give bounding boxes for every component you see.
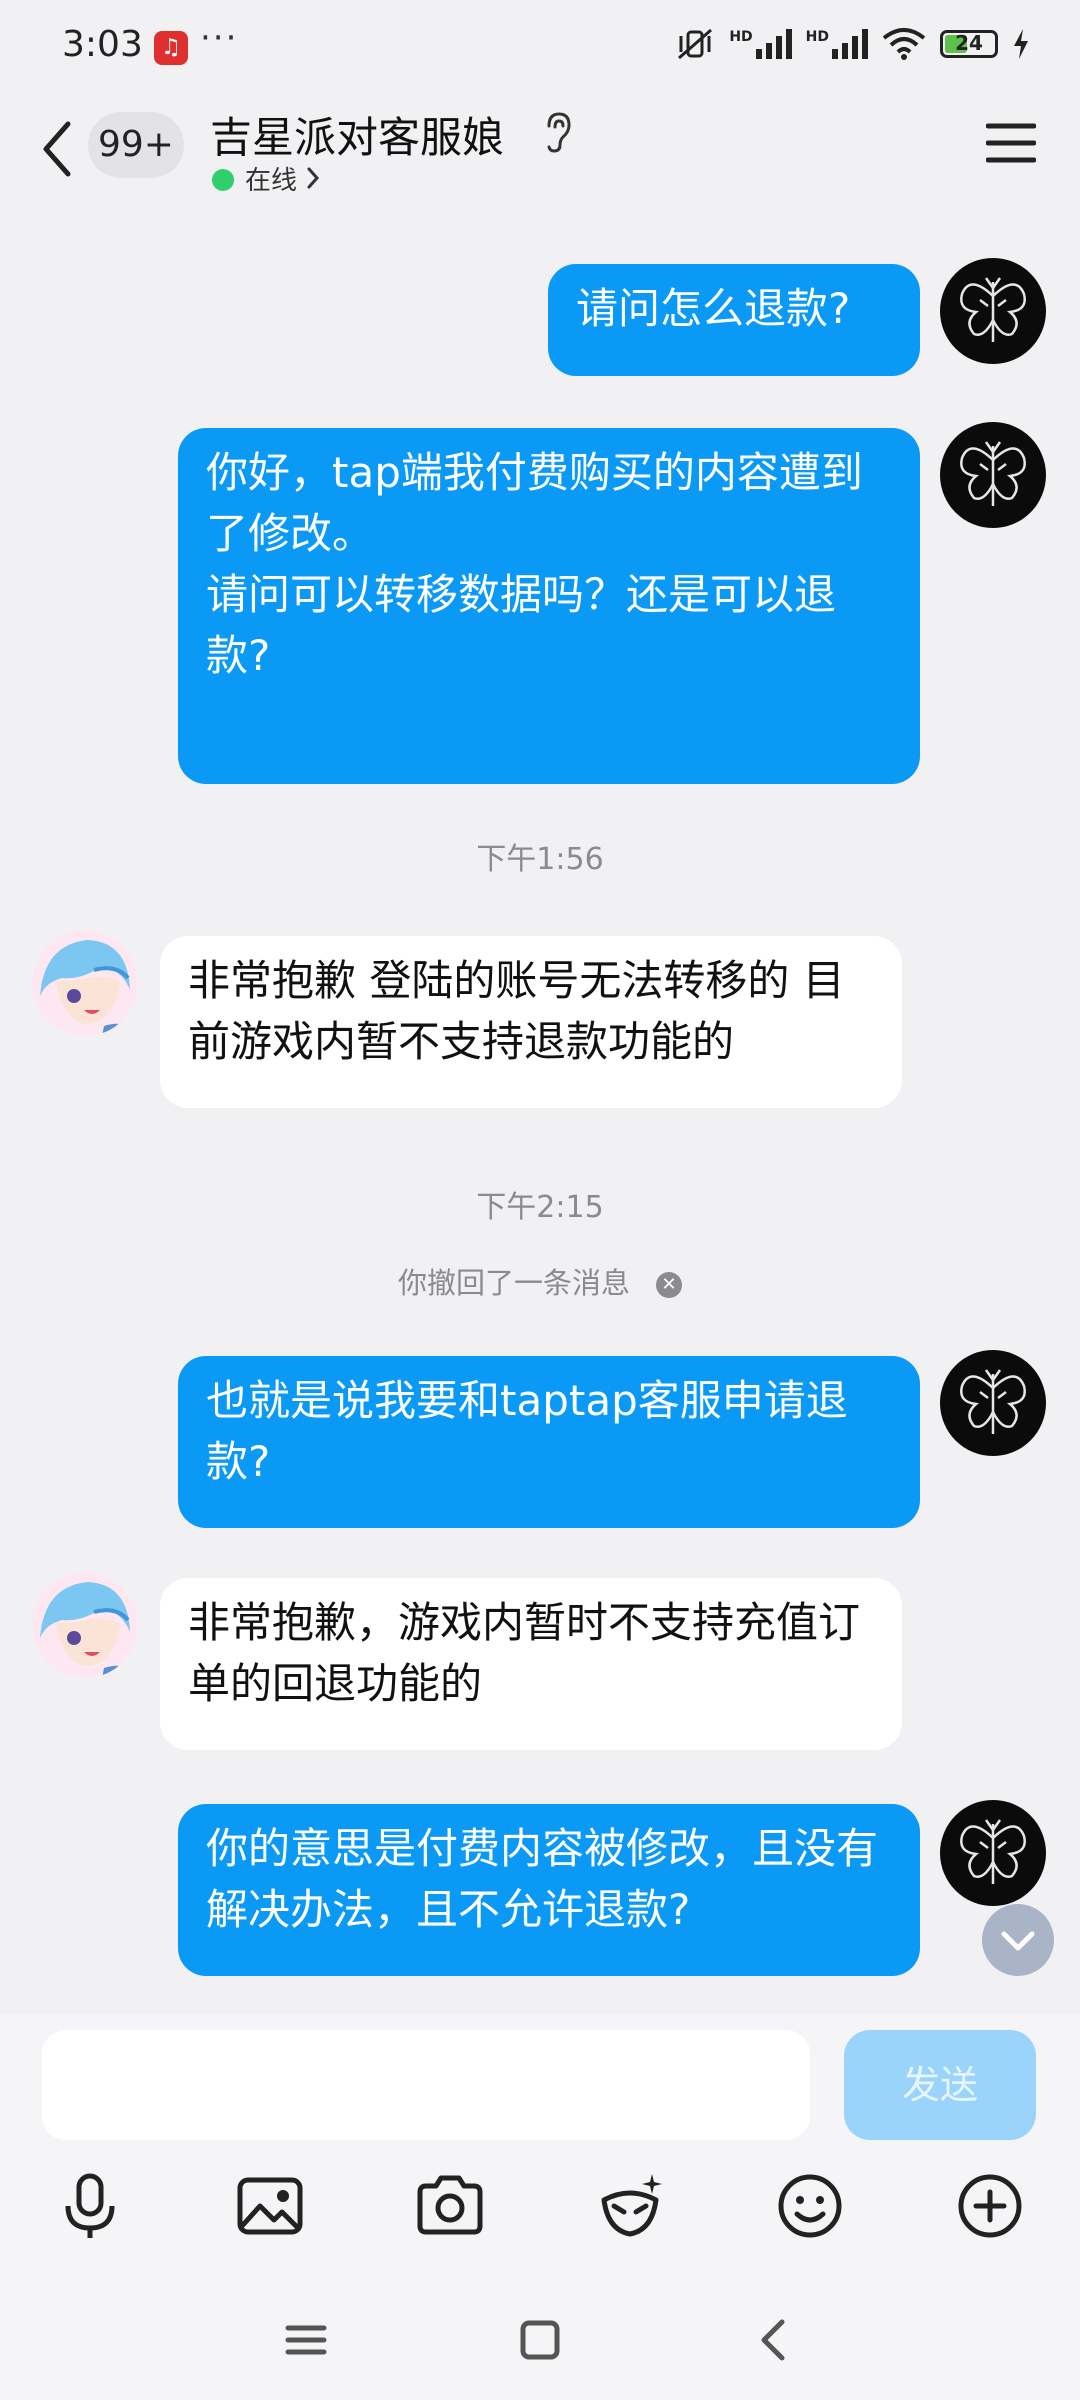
status-bar: 3:03 ♫ ··· HD HD 24 (0, 0, 1080, 96)
support-avatar[interactable] (32, 930, 138, 1036)
user-avatar[interactable] (940, 258, 1046, 364)
status-time: 3:03 (62, 24, 143, 65)
microphone-icon[interactable] (50, 2166, 130, 2246)
signal-1: HD (729, 29, 792, 59)
outgoing-message[interactable]: 你好，tap端我付费购买的内容遭到了修改。 请问可以转移数据吗？还是可以退款? (178, 428, 920, 784)
outgoing-message[interactable]: 也就是说我要和taptap客服申请退款? (178, 1356, 920, 1528)
recent-apps-icon[interactable] (276, 2310, 336, 2370)
emoji-icon[interactable] (770, 2166, 850, 2246)
user-avatar[interactable] (940, 422, 1046, 528)
mute-vibrate-icon (678, 28, 713, 60)
chevron-down-icon (1001, 1931, 1035, 1951)
message-timestamp: 下午1:56 (476, 842, 604, 877)
send-button[interactable]: 发送 (844, 2030, 1036, 2140)
outgoing-message[interactable]: 你的意思是付费内容被修改，且没有解决办法，且不允许退款? (178, 1804, 920, 1976)
charging-icon (1014, 29, 1028, 59)
signal-icon (832, 29, 868, 59)
online-status-text[interactable]: 在线 (245, 160, 297, 197)
close-icon[interactable]: ✕ (656, 1272, 682, 1298)
battery-icon: 24 (940, 30, 998, 58)
outgoing-message[interactable]: 请问怎么退款? (548, 264, 920, 376)
recall-notice-text: 你撤回了一条消息 (397, 1266, 630, 1300)
wifi-icon (882, 28, 926, 60)
netease-music-icon: ♫ (154, 31, 188, 65)
scroll-to-bottom-button[interactable] (982, 1904, 1054, 1976)
user-avatar[interactable] (940, 1800, 1046, 1906)
signal-2: HD (806, 29, 868, 59)
plus-icon[interactable] (950, 2166, 1030, 2246)
back-arrow-icon[interactable] (34, 114, 84, 184)
image-icon[interactable] (230, 2166, 310, 2246)
status-icons: HD HD 24 (675, 26, 1030, 62)
online-status-dot (212, 169, 234, 191)
menu-icon[interactable] (986, 120, 1036, 166)
moth-emblem-icon (960, 1369, 1026, 1434)
incoming-message[interactable]: 非常抱歉 登陆的账号无法转移的 目前游戏内暂不支持退款功能的 (160, 936, 902, 1108)
message-input[interactable] (42, 2030, 810, 2140)
unread-badge[interactable]: 99+ (88, 112, 184, 178)
moth-emblem-icon (960, 277, 1026, 342)
recall-notice: 你撤回了一条消息 ✕ (0, 1260, 1080, 1302)
red-packet-icon[interactable] (590, 2166, 670, 2246)
ear-icon[interactable] (540, 110, 576, 154)
message-timestamp: 下午2:15 (476, 1190, 604, 1225)
home-icon[interactable] (510, 2310, 570, 2370)
chevron-right-icon[interactable] (305, 166, 321, 190)
back-icon[interactable] (744, 2310, 804, 2370)
signal-icon (755, 29, 792, 59)
message-list[interactable]: 请问怎么退款? 你好，tap端我付费购买的内容遭到了修改。 请问可以转移数据吗？… (0, 214, 1080, 2014)
user-avatar[interactable] (940, 1350, 1046, 1456)
moth-emblem-icon (960, 441, 1026, 506)
camera-icon[interactable] (410, 2166, 490, 2246)
anime-girl-avatar-icon (32, 1572, 138, 1678)
support-avatar[interactable] (32, 1572, 138, 1678)
incoming-message[interactable]: 非常抱歉，游戏内暂时不支持充值订单的回退功能的 (160, 1578, 902, 1750)
system-nav-bar (0, 2280, 1080, 2400)
chat-header: 99+ 吉星派对客服娘 在线 (0, 96, 1080, 214)
more-notifications-icon: ··· (200, 18, 239, 58)
anime-girl-avatar-icon (32, 930, 138, 1036)
moth-emblem-icon (960, 1819, 1026, 1884)
chat-title[interactable]: 吉星派对客服娘 (210, 104, 504, 165)
